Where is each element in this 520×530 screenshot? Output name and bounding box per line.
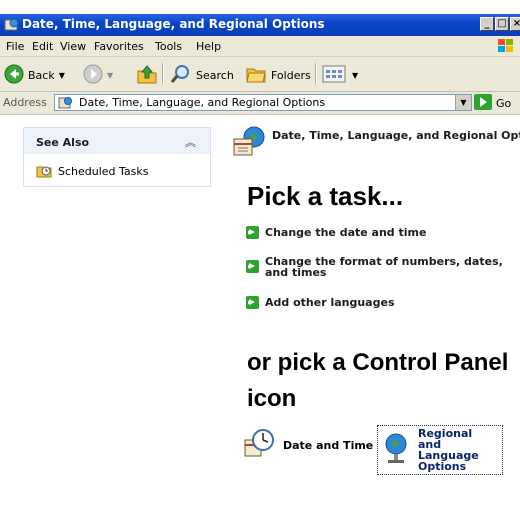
- folders-label: Folders: [271, 69, 311, 82]
- control-panel-heading: or pick a Control Panel icon: [247, 349, 509, 412]
- see-also-title: See Also: [36, 136, 90, 149]
- views-icon: [322, 64, 348, 87]
- category-title: Date, Time, Language, and Regional Optio…: [272, 129, 520, 142]
- go-button[interactable]: Go: [474, 94, 511, 113]
- task-arrow-icon: [246, 260, 259, 273]
- up-folder-icon: [136, 63, 158, 88]
- task-label: Change the format of numbers, dates, and…: [265, 255, 503, 279]
- see-also-header[interactable]: See Also ︽: [24, 128, 210, 154]
- content-area: See Also ︽ Scheduled Tasks Date, Time, L…: [0, 115, 520, 530]
- task-label: Change the date and time: [265, 226, 427, 239]
- task-arrow-icon: [246, 226, 259, 239]
- cp-icon-regional-language[interactable]: Regional and Language Options: [377, 425, 503, 475]
- control-panel-icon: [58, 96, 74, 113]
- address-dropdown-button[interactable]: ▼: [455, 95, 471, 110]
- collapse-chevron-icon[interactable]: ︽: [185, 134, 196, 150]
- cp-icon-date-and-time[interactable]: Date and Time: [243, 428, 373, 463]
- pick-task-heading: Pick a task...: [247, 181, 404, 211]
- back-dropdown-icon[interactable]: ▼: [59, 71, 65, 80]
- forward-arrow-icon: [83, 64, 103, 87]
- windows-logo-icon: [494, 37, 518, 55]
- toolbar: Back ▼ ▼ Search Folders ▼: [0, 57, 520, 92]
- clock-icon: [243, 428, 275, 463]
- menu-favorites[interactable]: Favorites: [94, 40, 144, 53]
- back-button[interactable]: Back ▼: [4, 64, 65, 87]
- back-arrow-icon: [4, 64, 24, 87]
- task-change-format[interactable]: Change the format of numbers, dates, and…: [246, 256, 511, 278]
- task-add-languages[interactable]: Add other languages: [246, 296, 395, 309]
- forward-dropdown-icon[interactable]: ▼: [107, 71, 113, 80]
- toolbar-separator: [315, 63, 317, 85]
- maximize-button[interactable]: □: [495, 17, 509, 31]
- up-folder-button[interactable]: [136, 63, 158, 88]
- address-bar: Address Date, Time, Language, and Region…: [0, 92, 520, 115]
- folders-icon: [245, 64, 267, 87]
- see-also-item-scheduled-tasks[interactable]: Scheduled Tasks: [36, 162, 149, 181]
- globe-icon: [382, 432, 410, 469]
- cp-icon-label: Regional and Language Options: [418, 427, 479, 473]
- menu-bar: File Edit View Favorites Tools Help: [0, 36, 520, 57]
- views-button[interactable]: ▼: [322, 64, 358, 87]
- menu-edit[interactable]: Edit: [32, 40, 53, 53]
- task-label: Add other languages: [265, 296, 395, 309]
- control-panel-icon: [4, 17, 20, 36]
- search-icon: [170, 64, 192, 87]
- window-title: Date, Time, Language, and Regional Optio…: [22, 17, 325, 31]
- go-label: Go: [496, 97, 512, 110]
- menu-tools[interactable]: Tools: [155, 40, 182, 53]
- menu-file[interactable]: File: [6, 40, 24, 53]
- search-label: Search: [196, 69, 234, 82]
- task-arrow-icon: [246, 296, 259, 309]
- address-value: Date, Time, Language, and Regional Optio…: [79, 96, 326, 109]
- explorer-window: Date, Time, Language, and Regional Optio…: [0, 0, 520, 530]
- go-arrow-icon: [474, 94, 492, 113]
- title-bar[interactable]: Date, Time, Language, and Regional Optio…: [0, 14, 520, 36]
- address-input[interactable]: Date, Time, Language, and Regional Optio…: [54, 94, 472, 111]
- forward-button[interactable]: ▼: [83, 64, 113, 87]
- views-dropdown-icon[interactable]: ▼: [352, 71, 358, 80]
- menu-help[interactable]: Help: [196, 40, 221, 53]
- toolbar-separator: [162, 63, 164, 85]
- menu-view[interactable]: View: [60, 40, 86, 53]
- search-button[interactable]: Search: [170, 64, 234, 87]
- minimize-button[interactable]: _: [480, 17, 494, 31]
- scheduled-tasks-icon: [36, 162, 52, 181]
- date-time-category-icon: [232, 125, 268, 162]
- see-also-item-label: Scheduled Tasks: [58, 165, 149, 178]
- folders-button[interactable]: Folders: [245, 64, 311, 87]
- see-also-panel: See Also ︽ Scheduled Tasks: [23, 127, 211, 187]
- cp-icon-label: Date and Time: [283, 439, 374, 452]
- close-button[interactable]: ×: [510, 17, 520, 31]
- back-label: Back: [28, 69, 55, 82]
- address-label: Address: [3, 96, 47, 109]
- task-change-date-time[interactable]: Change the date and time: [246, 226, 426, 239]
